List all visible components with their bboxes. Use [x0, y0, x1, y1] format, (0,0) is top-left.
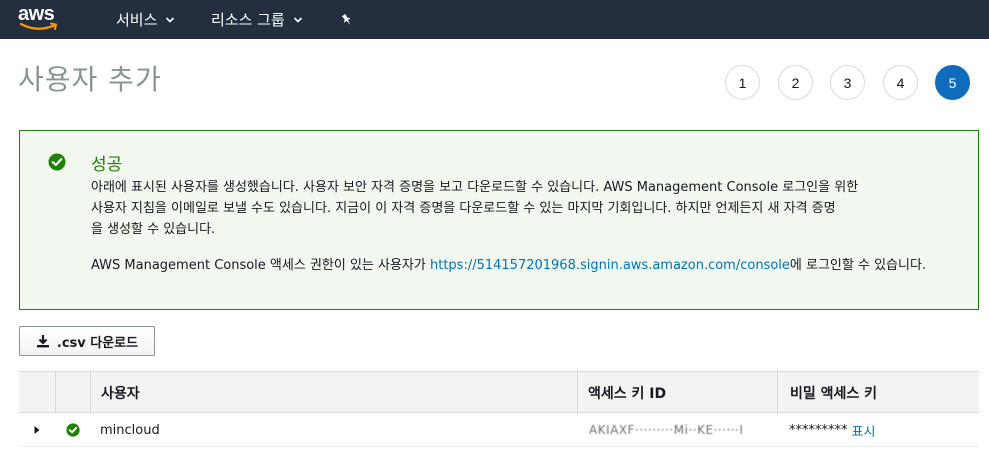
row-access-key-id: AKIAXF·········Mi··KE······I [577, 413, 777, 447]
console-signin-suffix: 에 로그인할 수 있습니다. [789, 258, 927, 273]
caret-right-icon [34, 426, 40, 434]
access-key-id-value: AKIAXF·········Mi··KE······I [589, 423, 744, 437]
chevron-down-icon [293, 16, 302, 23]
header-secret-key-column[interactable]: 비밀 액세스 키 [777, 372, 979, 413]
step-5-active[interactable]: 5 [935, 65, 970, 100]
chevron-down-icon [166, 16, 175, 23]
download-icon [36, 335, 49, 348]
header-expand-column [19, 372, 55, 413]
success-message-line-3: 을 생성할 수 있습니다. [91, 222, 216, 237]
console-signin-url-link[interactable]: https://514157201968.signin.aws.amazon.c… [430, 258, 790, 273]
console-signin-line: AWS Management Console 액세스 권한이 있는 사용자가 h… [91, 254, 971, 273]
step-3[interactable]: 3 [830, 65, 865, 100]
resource-groups-menu[interactable]: 리소스 그룹 [211, 0, 303, 39]
row-status [55, 413, 90, 447]
aws-smile-icon [20, 22, 58, 30]
header-user-column[interactable]: 사용자 [90, 372, 577, 413]
table-header: 사용자 액세스 키 ID 비밀 액세스 키 [19, 371, 979, 413]
download-csv-button[interactable]: .csv 다운로드 [19, 326, 155, 356]
aws-logo[interactable]: aws [18, 4, 62, 34]
show-secret-key-link[interactable]: 표시 [852, 421, 876, 440]
success-message-line-1: 아래에 표시된 사용자를 생성했습니다. 사용자 보안 자격 증명을 보고 다운… [91, 180, 859, 195]
table-row: mincloud AKIAXF·········Mi··KE······I **… [19, 413, 979, 447]
header-status-column [55, 372, 90, 413]
success-message-line-2: 사용자 지침을 이메일로 보낼 수도 있습니다. 지금이 이 자격 증명을 다운… [91, 201, 836, 216]
success-check-icon [48, 153, 66, 171]
page-title: 사용자 추가 [18, 63, 162, 96]
row-user-name: mincloud [100, 422, 160, 438]
console-signin-prefix: AWS Management Console 액세스 권한이 있는 사용자가 [91, 258, 430, 273]
services-menu[interactable]: 서비스 [116, 0, 175, 39]
row-secret-key: ********* 표시 [777, 413, 979, 447]
top-navigation-bar: aws 서비스 리소스 그룹 [0, 0, 989, 39]
resource-groups-menu-label: 리소스 그룹 [211, 11, 285, 29]
pushpin-icon [341, 13, 351, 25]
step-1[interactable]: 1 [725, 65, 760, 100]
step-4[interactable]: 4 [883, 65, 918, 100]
expand-row-toggle[interactable] [19, 413, 55, 447]
success-alert: 성공 아래에 표시된 사용자를 생성했습니다. 사용자 보안 자격 증명을 보고… [19, 130, 979, 310]
download-csv-label: .csv 다운로드 [56, 335, 139, 351]
step-2[interactable]: 2 [778, 65, 813, 100]
success-message: 아래에 표시된 사용자를 생성했습니다. 사용자 보안 자격 증명을 보고 다운… [91, 177, 961, 240]
secret-key-masked: ********* [789, 422, 848, 438]
header-access-key-id-column[interactable]: 액세스 키 ID [577, 372, 777, 413]
aws-logo-text: aws [18, 3, 55, 25]
users-table: 사용자 액세스 키 ID 비밀 액세스 키 mincloud AKIAXF···… [19, 371, 979, 447]
success-check-icon [65, 423, 80, 437]
pin-icon[interactable] [340, 0, 354, 39]
services-menu-label: 서비스 [116, 11, 158, 29]
success-title: 성공 [91, 155, 123, 175]
